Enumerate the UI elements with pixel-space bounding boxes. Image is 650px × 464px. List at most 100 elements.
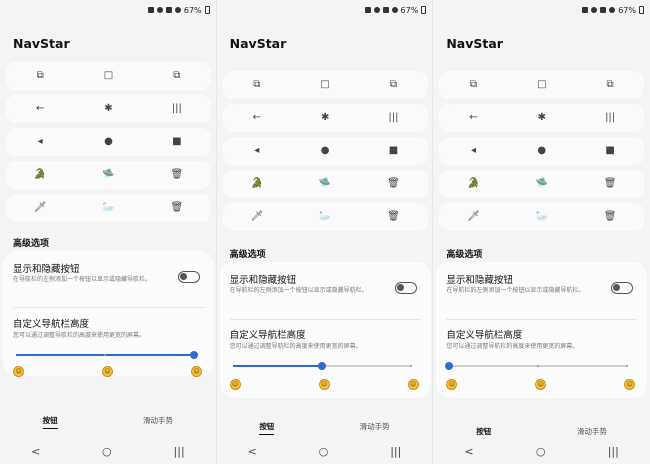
smile-small-icon: ☺ [13, 366, 24, 377]
copy-icon: ⧉ [173, 70, 181, 81]
notification-icon [364, 7, 371, 13]
divider [13, 307, 204, 308]
button-style-row[interactable]: ← ✱ ||| [222, 104, 428, 132]
bird-icon: 🦢 [318, 211, 332, 222]
app-title: NavStar [446, 36, 503, 51]
bottom-tabs: 按钮 滑动手势 [217, 421, 433, 435]
button-style-row[interactable]: ← ✱ ||| [6, 95, 211, 123]
button-style-row[interactable]: 🗡 🦢 🗑 [439, 203, 645, 231]
tab-buttons[interactable]: 按钮 [42, 415, 58, 429]
sword-icon: 🗡 [467, 211, 480, 222]
bin-icon: 🗑 [603, 178, 617, 189]
battery-icon [421, 6, 427, 14]
sword-icon: 🗡 [250, 211, 264, 222]
square-icon: □ [103, 70, 114, 81]
slider-thumb[interactable] [190, 351, 198, 359]
recents-icon[interactable]: ||| [608, 445, 619, 458]
wifi-icon [609, 7, 616, 13]
height-setting-title: 自定义导航栏高度 [13, 319, 90, 330]
slider-thumb[interactable] [445, 362, 454, 370]
show-hide-toggle[interactable] [394, 282, 417, 294]
battery-percent: 67% [400, 5, 419, 15]
button-style-row[interactable]: ⧉ □ ⧉ [439, 71, 645, 99]
settings-icon [373, 7, 380, 13]
battery-icon [638, 6, 644, 14]
button-style-row[interactable]: ⧉ □ ⧉ [6, 62, 211, 90]
arrow-left-icon: ← [35, 103, 45, 114]
phone-screen-3: 67% NavStar ⧉ □ ⧉ ← ✱ ||| ◂ ● ■ 🐊 🛸 🗑 🗡 … [433, 0, 650, 464]
square-filled-icon: ■ [172, 136, 182, 147]
divider [446, 319, 638, 320]
button-style-row[interactable]: ◂ ● ■ [222, 137, 428, 165]
home-icon[interactable]: ○ [102, 445, 112, 458]
recents-icon[interactable]: ||| [390, 445, 401, 458]
button-style-row[interactable]: 🐊 🛸 🗑 [222, 170, 428, 198]
recents-icon[interactable]: ||| [174, 445, 185, 458]
height-slider[interactable] [232, 362, 412, 370]
show-hide-toggle[interactable] [611, 282, 634, 294]
button-style-row[interactable]: 🗡 🦢 🗑 [222, 203, 428, 231]
bird-icon: 🦢 [535, 211, 549, 222]
battery-percent: 67% [618, 5, 636, 15]
bin-icon: 🗑 [603, 211, 617, 222]
slider-fill [232, 365, 322, 367]
bars-icon: ||| [171, 103, 182, 114]
tab-buttons[interactable]: 按钮 [259, 421, 275, 435]
arrow-left-icon: ← [469, 112, 478, 123]
bin-icon: 🗑 [387, 211, 400, 222]
smile-large-icon: ☺ [191, 366, 202, 377]
height-slider[interactable] [445, 362, 629, 370]
height-setting-desc: 您可以通过调整导航栏的高度来使用更宽的屏幕。 [229, 343, 362, 350]
arrow-left-icon: ← [252, 112, 261, 123]
triangle-left-icon: ◂ [37, 136, 43, 147]
button-style-row[interactable]: ← ✱ ||| [439, 104, 645, 132]
advanced-options-label: 高级选项 [446, 250, 483, 260]
button-style-row[interactable]: ◂ ● ■ [6, 128, 211, 156]
system-nav-bar: < ○ ||| [433, 438, 650, 464]
smile-medium-icon: ☺ [535, 379, 547, 390]
asterisk-icon: ✱ [320, 112, 330, 123]
copy-icon: ⧉ [253, 79, 261, 90]
button-style-row[interactable]: 🐊 🛸 🗑 [439, 170, 645, 198]
smile-small-icon: ☺ [446, 379, 458, 390]
button-style-row[interactable]: 🗡 🦢 🗑 [6, 194, 211, 222]
slider-tick [409, 365, 412, 367]
creature-icon: 🐊 [33, 169, 47, 180]
bars-icon: ||| [605, 112, 616, 123]
bars-icon: ||| [388, 112, 399, 123]
smile-small-icon: ☺ [229, 379, 241, 390]
square-filled-icon: ■ [605, 145, 615, 156]
button-style-row[interactable]: 🐊 🛸 🗑 [6, 161, 211, 189]
home-icon[interactable]: ○ [319, 445, 329, 458]
settings-icon [591, 7, 598, 13]
app-title: NavStar [229, 36, 287, 51]
back-icon[interactable]: < [31, 445, 40, 458]
bird-icon: 🦢 [102, 202, 115, 213]
show-hide-toggle[interactable] [178, 271, 200, 283]
back-icon[interactable]: < [464, 445, 473, 458]
toggle-setting-desc: 在导航栏的左侧添加一个按钮以显示或隐藏导航栏。 [229, 287, 368, 294]
circle-icon: ● [537, 145, 547, 156]
triangle-left-icon: ◂ [470, 145, 476, 156]
smile-large-icon: ☺ [624, 379, 636, 390]
height-setting-title: 自定义导航栏高度 [446, 330, 523, 341]
bin-icon: 🗑 [170, 169, 184, 180]
nav-button-styles: ⧉ □ ⧉ ← ✱ ||| ◂ ● ■ 🐊 🛸 🗑 🗡 🦢 🗑 [222, 71, 428, 236]
system-nav-bar: < ○ ||| [216, 438, 433, 464]
status-bar: 67% [147, 4, 210, 16]
height-slider[interactable] [16, 351, 198, 359]
square-icon: □ [537, 79, 547, 90]
advanced-options-label: 高级选项 [13, 239, 50, 249]
home-icon[interactable]: ○ [536, 445, 546, 458]
slider-thumb[interactable] [317, 362, 326, 370]
nav-button-styles: ⧉ □ ⧉ ← ✱ ||| ◂ ● ■ 🐊 🛸 🗑 🗡 🦢 🗑 [439, 71, 645, 236]
button-style-row[interactable]: ⧉ □ ⧉ [222, 71, 428, 99]
phone-screen-2: 67% NavStar ⧉ □ ⧉ ← ✱ ||| ◂ ● ■ 🐊 🛸 🗑 🗡 … [216, 0, 434, 464]
button-style-row[interactable]: ◂ ● ■ [439, 137, 645, 165]
toggle-setting-title: 显示和隐藏按钮 [446, 275, 513, 286]
square-filled-icon: ■ [388, 145, 399, 156]
tab-gestures[interactable]: 滑动手势 [360, 421, 390, 435]
back-icon[interactable]: < [248, 445, 257, 458]
tab-gestures[interactable]: 滑动手势 [143, 415, 173, 429]
slider-tick [104, 354, 106, 356]
